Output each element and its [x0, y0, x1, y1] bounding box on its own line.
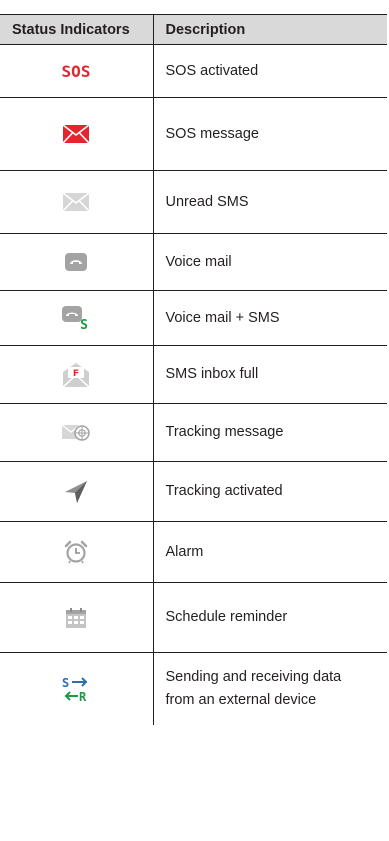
table-row: Tracking activated — [0, 461, 387, 522]
data-transfer-icon: S R — [62, 675, 90, 704]
tracking-activated-icon — [64, 480, 88, 504]
row-description: Tracking message — [152, 403, 387, 462]
table-row: SOS message — [0, 97, 387, 171]
table-row: F SMS inbox full — [0, 345, 387, 404]
row-description: SMS inbox full — [152, 345, 387, 404]
row-description: Unread SMS — [152, 170, 387, 234]
tracking-message-icon — [61, 423, 90, 443]
row-description: Voice mail + SMS — [152, 290, 387, 346]
table-header-row: Status Indicators Description — [0, 14, 387, 45]
unread-sms-icon — [62, 192, 90, 212]
header-status-indicators: Status Indicators — [0, 14, 153, 45]
table-row: Voice mail — [0, 233, 387, 291]
schedule-reminder-icon — [66, 607, 87, 628]
table-row: S Voice mail + SMS — [0, 290, 387, 346]
table-row: Schedule reminder — [0, 582, 387, 653]
svg-text:S: S — [80, 318, 88, 330]
table-row: Alarm — [0, 521, 387, 583]
row-description: SOS activated — [152, 44, 387, 98]
svg-text:R: R — [79, 690, 87, 703]
voice-mail-icon — [65, 252, 88, 271]
svg-text:S: S — [62, 676, 69, 690]
sos-message-icon — [62, 124, 90, 144]
voice-mail-sms-icon: S — [62, 306, 90, 333]
status-indicators-table: Status Indicators Description SOS SOS ac… — [0, 14, 387, 725]
table-row: SOS SOS activated — [0, 44, 387, 98]
alarm-icon — [64, 540, 88, 564]
svg-text:SOS: SOS — [62, 62, 91, 81]
table-row: S R Sending and receiving data from an e… — [0, 652, 387, 725]
svg-text:F: F — [73, 369, 79, 379]
sos-icon: SOS — [59, 61, 93, 81]
row-description: SOS message — [152, 97, 387, 171]
table-row: Tracking message — [0, 403, 387, 462]
row-description: Tracking activated — [152, 461, 387, 522]
sms-inbox-full-icon: F — [62, 362, 90, 388]
table-row: Unread SMS — [0, 170, 387, 234]
row-description: Voice mail — [152, 233, 387, 291]
header-description: Description — [152, 14, 387, 45]
row-description: Alarm — [152, 521, 387, 583]
row-description: Sending and receiving data from an exter… — [152, 652, 387, 725]
row-description: Schedule reminder — [152, 582, 387, 653]
